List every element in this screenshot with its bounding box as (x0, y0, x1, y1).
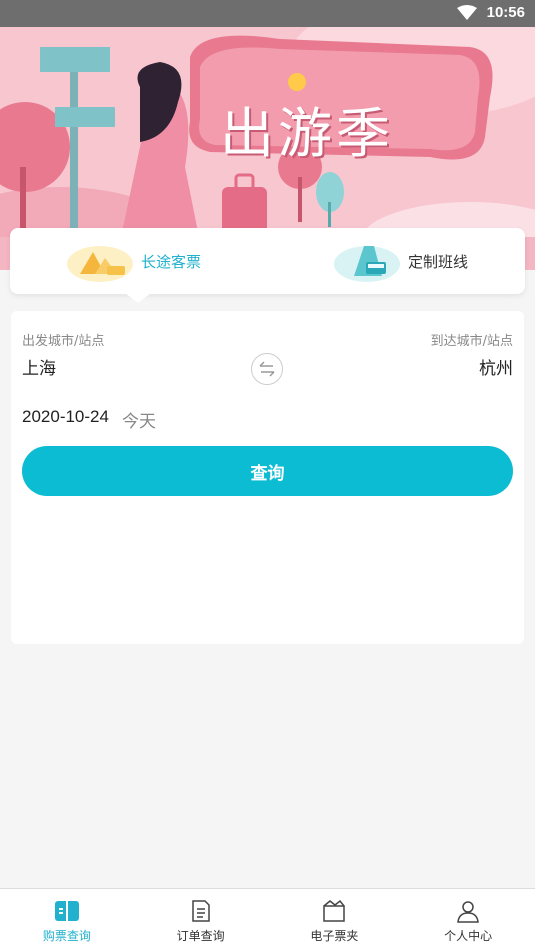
tab-custom-route[interactable]: 定制班线 (332, 228, 468, 294)
departure-date-field[interactable]: 2020-10-24 (22, 407, 109, 427)
bus-road-icon (334, 246, 400, 282)
active-tab-pointer (125, 293, 151, 303)
nav-item-orders[interactable]: 订单查询 (134, 889, 268, 951)
to-city-label: 到达城市/站点 (430, 334, 513, 349)
bottom-navigation: 购票查询 订单查询 电子票夹 个人中心 (0, 888, 535, 951)
tab-custom-route-label: 定制班线 (408, 252, 469, 271)
nav-label-ticket-folder: 电子票夹 (310, 929, 359, 943)
nav-label-orders: 订单查询 (176, 929, 225, 943)
swap-arrows-icon (259, 361, 275, 377)
departure-day-label: 今天 (122, 412, 156, 432)
order-document-icon (191, 900, 210, 922)
search-form: 出发城市/站点 上海 到达城市/站点 杭州 2020-10-24 今天 查询 (11, 311, 524, 644)
search-button[interactable]: 查询 (22, 446, 513, 496)
to-city-field[interactable]: 杭州 (479, 354, 513, 379)
ticket-icon (54, 901, 79, 921)
bus-mountain-icon (67, 246, 133, 282)
nav-item-buy-tickets[interactable]: 购票查询 (0, 889, 134, 951)
status-bar: 10:56 (0, 0, 535, 27)
from-city-label: 出发城市/站点 (22, 334, 105, 349)
tab-long-distance-label: 长途客票 (141, 252, 202, 271)
nav-label-profile: 个人中心 (444, 929, 493, 943)
person-icon (457, 901, 479, 923)
nav-item-profile[interactable]: 个人中心 (401, 889, 535, 951)
wifi-icon (457, 5, 477, 25)
from-city-field[interactable]: 上海 (22, 354, 56, 379)
nav-label-buy-tickets: 购票查询 (42, 929, 91, 943)
status-time: 10:56 (486, 4, 525, 21)
swap-cities-button[interactable] (251, 353, 283, 385)
ticket-type-tabs: 长途客票 定制班线 (10, 228, 525, 294)
tab-long-distance[interactable]: 长途客票 (65, 228, 201, 294)
ticket-folder-icon (323, 899, 346, 922)
banner-title: 出游季 (220, 102, 394, 165)
nav-item-ticket-folder[interactable]: 电子票夹 (268, 889, 402, 951)
